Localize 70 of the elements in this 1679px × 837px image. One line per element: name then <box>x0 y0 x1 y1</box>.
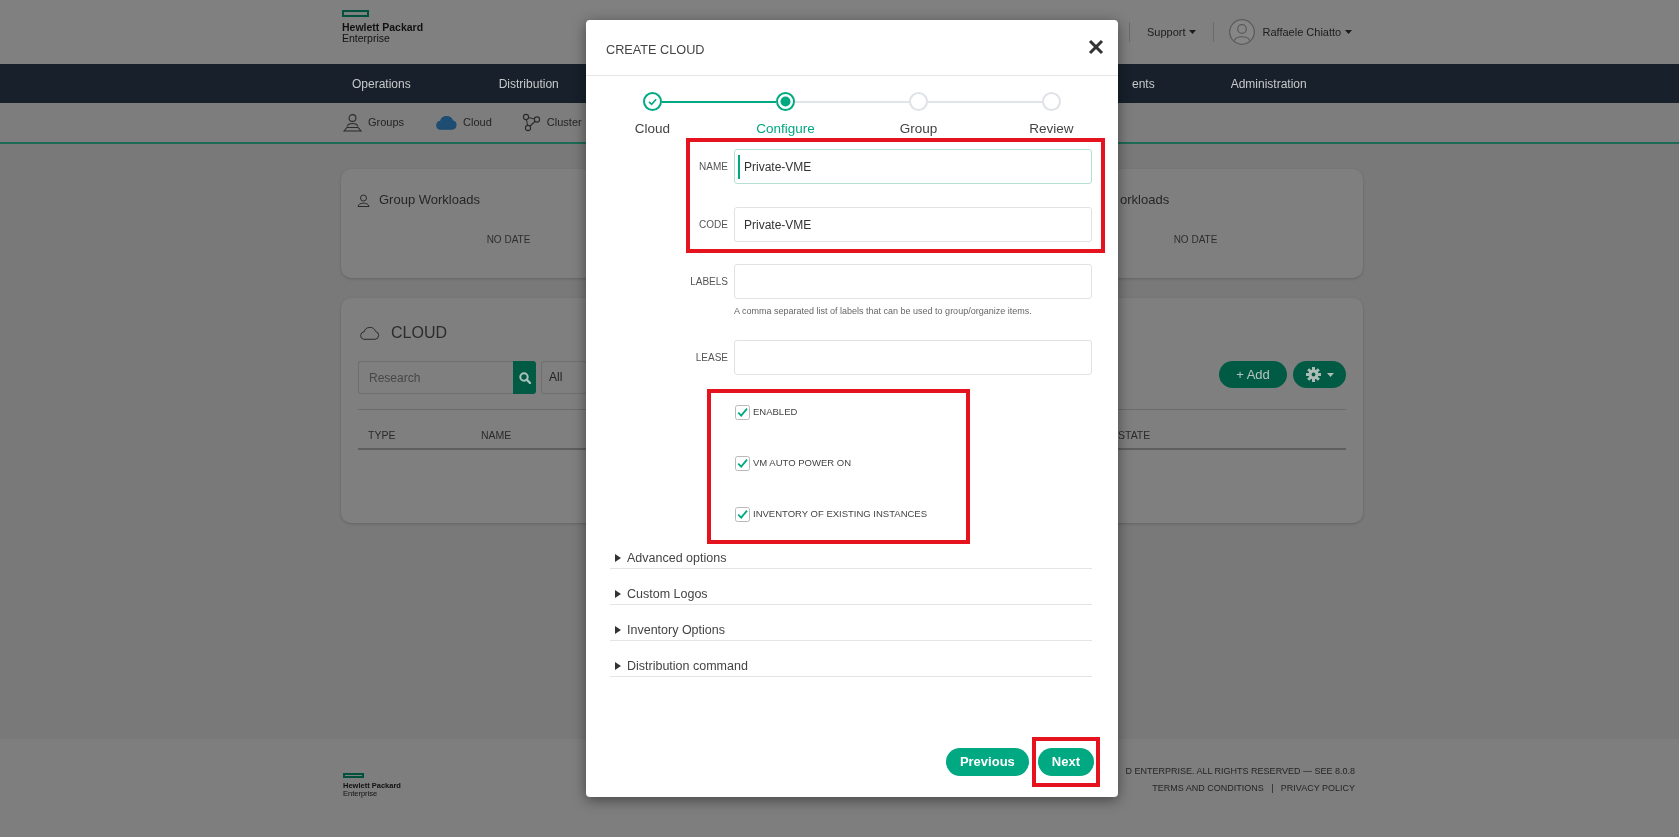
footer-link[interactable]: TERMS AND CONDITIONS <box>1152 783 1264 794</box>
triangle-right-icon <box>614 662 622 670</box>
field-label: CODE <box>699 218 728 232</box>
nav-link[interactable]: Distribution <box>498 75 559 92</box>
caret-icon <box>1188 30 1196 34</box>
triangle-right-icon <box>614 590 622 598</box>
field-label: NAME <box>699 160 728 174</box>
logo-mark-icon <box>343 773 364 778</box>
section-toggle[interactable]: Inventory Options <box>610 616 1092 641</box>
filter-select[interactable]: All <box>541 361 587 394</box>
text-field[interactable] <box>734 340 1092 375</box>
column-header: NAME <box>481 429 512 441</box>
step-label: Configure <box>756 120 815 138</box>
help-text: A comma separated list of labels that can be used to group/organize items. <box>734 305 1033 317</box>
footer-link[interactable]: PRIVACY POLICY <box>1280 783 1355 794</box>
widget-title: Group Workloads <box>379 191 480 209</box>
search-field[interactable]: Research <box>358 361 513 394</box>
logo-mark-icon <box>342 10 369 17</box>
caret-icon <box>1345 30 1353 34</box>
section-toggle[interactable]: Distribution command <box>610 652 1092 677</box>
caret-icon <box>1326 372 1334 377</box>
search-icon <box>518 371 531 384</box>
checkbox-label[interactable]: INVENTORY OF EXISTING INSTANCES <box>753 506 928 522</box>
sub-nav-tab[interactable]: Cluster <box>521 113 582 132</box>
close-button[interactable] <box>1088 38 1104 55</box>
step-label: Cloud <box>634 120 671 138</box>
empty-message: NO DATE <box>1173 234 1218 246</box>
sub-nav-tab[interactable]: Groups <box>343 113 405 132</box>
checkbox-label[interactable]: ENABLED <box>753 404 798 420</box>
settings-dropdown-button[interactable] <box>1293 361 1346 388</box>
field-label: LABELS <box>690 275 728 289</box>
panel-title: CLOUD <box>391 323 447 343</box>
text-field[interactable]: Private-VME <box>734 207 1092 242</box>
field-label: LEASE <box>695 351 728 365</box>
close-icon <box>1088 38 1104 55</box>
checkbox[interactable] <box>735 455 750 471</box>
person-icon <box>357 193 370 207</box>
cloud-outline-icon <box>358 326 380 340</box>
logo-text: Enterprise <box>342 33 390 44</box>
gear-icon <box>1305 367 1321 382</box>
triangle-right-icon <box>614 554 622 562</box>
text-field[interactable]: Private-VME <box>734 149 1092 184</box>
empty-message: NO DATE <box>486 234 531 246</box>
add-button[interactable]: + Add <box>1219 361 1287 388</box>
search-button[interactable] <box>513 361 536 394</box>
step-label: Review <box>1029 120 1074 138</box>
user-menu[interactable]: Raffaele Chiatto <box>1262 23 1353 41</box>
support-menu[interactable]: Support <box>1147 23 1196 41</box>
checkbox[interactable] <box>735 404 750 420</box>
dialog-title: CREATE CLOUD <box>606 41 705 59</box>
text-field[interactable] <box>734 264 1092 299</box>
avatar-icon[interactable] <box>1228 19 1255 45</box>
cloud-icon <box>434 115 458 130</box>
column-header: STATE <box>1118 429 1151 441</box>
nav-link[interactable]: Administration <box>1230 75 1307 92</box>
person-pin-icon <box>343 113 362 132</box>
column-header: TYPE <box>368 429 396 441</box>
section-toggle[interactable]: Advanced options <box>610 544 1092 569</box>
section-toggle[interactable]: Custom Logos <box>610 580 1092 605</box>
checkbox-label[interactable]: VM AUTO POWER ON <box>753 455 851 471</box>
logo-text: Hewlett Packard <box>342 22 424 33</box>
checkbox[interactable] <box>735 506 750 522</box>
nav-link[interactable]: ents <box>1132 75 1155 92</box>
sub-nav-tab[interactable]: Cloud <box>434 114 492 131</box>
cluster-icon <box>521 113 541 132</box>
nav-link[interactable]: Operations <box>352 75 411 92</box>
copyright-text: D ENTERPRISE. ALL RIGHTS RESERVED — SEE 8.0.8 <box>1125 766 1355 777</box>
widget-title: orkloads <box>1120 191 1170 209</box>
triangle-right-icon <box>614 626 622 634</box>
step-label: Group <box>899 120 938 138</box>
